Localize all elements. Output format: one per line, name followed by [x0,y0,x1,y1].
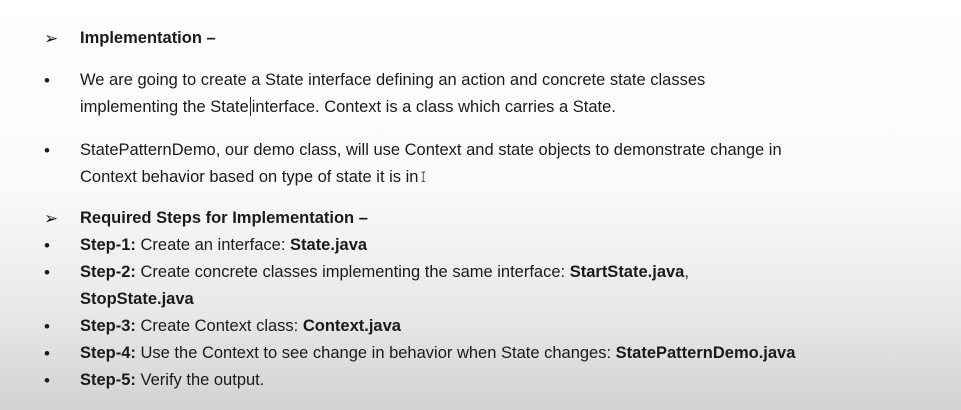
intro-bullet-1-line-2-end: interface. Context is a class which carr… [251,98,616,116]
bullet-icon: • [44,344,50,363]
step-description: Create an interface: [135,236,291,254]
step-file-name: Context.java [302,317,401,335]
intro-bullet-1-line-2-start: implementing the State [80,98,249,116]
step-label: Step-2: [80,263,136,281]
step-4-text: Step-4: Use the Context to see change in… [80,340,940,367]
arrow-bullet-icon: ➢ [44,29,59,48]
required-steps-heading: Required Steps for Implementation – [80,209,368,227]
step-file-name: StartState.java [569,263,685,281]
step-label: Step-5: [80,371,136,389]
step-1-text: Step-1: Create an interface: State.java [80,232,940,259]
arrow-bullet-icon: ➢ [44,209,59,228]
intro-bullet-1-line-2: implementing the State interface. Context… [80,94,940,121]
bullet-icon: • [44,71,50,90]
intro-bullet-2-line-1: StatePatternDemo, our demo class, will u… [80,141,782,159]
step-description: Create concrete classes implementing the… [135,263,570,281]
step-description: Use the Context to see change in behavio… [135,344,616,362]
slide: ➢ Implementation – • We are going to cre… [0,0,961,410]
step-file-name-2: StopState.java [80,290,194,308]
intro-bullet-2-line-2-wrap: Context behavior based on type of state … [80,164,940,192]
step-label: Step-4: [80,344,136,362]
step-2-text: Step-2: Create concrete classes implemen… [80,259,940,286]
bullet-icon: • [44,371,50,390]
step-label: Step-1: [80,236,136,254]
step-label: Step-3: [80,317,136,335]
bullet-icon: • [44,317,50,336]
ibeam-cursor-icon: I [421,170,427,186]
step-description: Verify the output. [135,371,265,389]
text-cursor [249,97,251,116]
step-file-name: StatePatternDemo.java [615,344,796,362]
bullet-icon: • [44,141,50,160]
bullet-icon: • [44,236,50,255]
implementation-heading: Implementation – [80,29,216,47]
intro-bullet-2-line-2: Context behavior based on type of state … [80,168,419,186]
step-3-text: Step-3: Create Context class: Context.ja… [80,313,940,340]
step-5-text: Step-5: Verify the output. [80,367,940,394]
step-separator: , [684,263,689,281]
bullet-icon: • [44,263,50,282]
intro-bullet-1-line-1: We are going to create a State interface… [80,71,706,89]
step-description: Create Context class: [135,317,303,335]
step-file-name: State.java [290,236,368,254]
